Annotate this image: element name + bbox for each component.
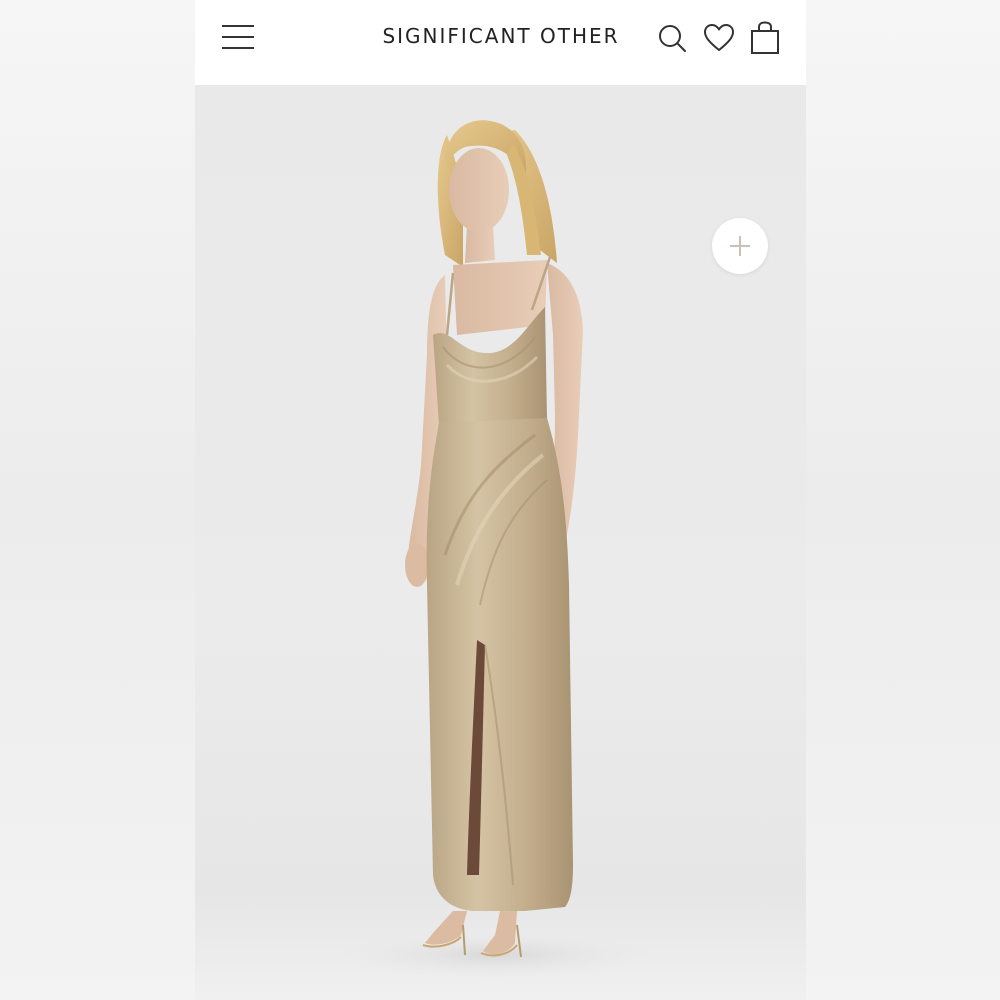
zoom-plus-icon[interactable] [712,218,768,274]
heart-icon[interactable] [701,20,737,56]
product-photo [325,120,665,980]
left-backdrop [0,0,195,1000]
mobile-screen: SIGNIFICANT OTHER [195,0,806,1000]
right-backdrop [805,0,1000,1000]
search-icon[interactable] [654,20,690,56]
shopping-bag-icon[interactable] [747,20,783,56]
product-gallery[interactable] [195,85,806,1000]
brand-logo[interactable]: SIGNIFICANT OTHER [345,24,657,48]
hamburger-menu-icon[interactable] [217,22,257,52]
site-header: SIGNIFICANT OTHER [195,0,806,85]
